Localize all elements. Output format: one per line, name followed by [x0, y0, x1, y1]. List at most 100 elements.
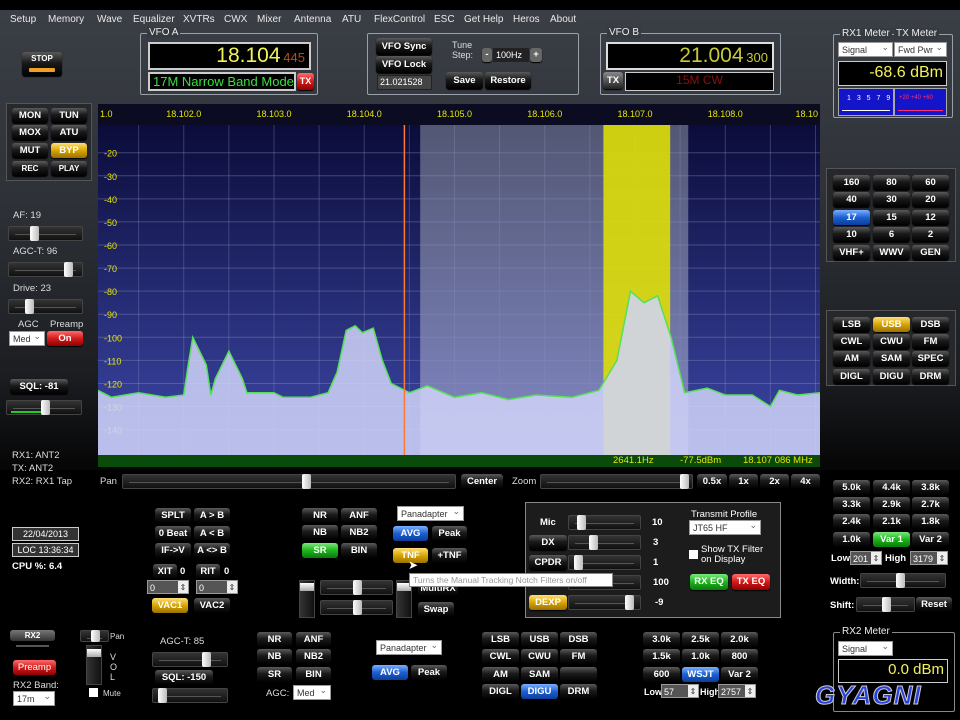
rx2-avg-button[interactable]: AVG [372, 665, 408, 680]
nb2-button[interactable]: NB2 [341, 525, 377, 540]
mode-drm-button[interactable]: DRM [912, 369, 949, 384]
center-button[interactable]: Center [461, 474, 503, 489]
sr-button[interactable]: SR [302, 543, 338, 558]
filter-5-0k-button[interactable]: 5.0k [833, 480, 870, 495]
byp-button[interactable]: BYP [51, 143, 87, 158]
rx2-band-select[interactable]: 17m [13, 689, 55, 706]
rx2-nr-button[interactable]: NR [257, 632, 292, 647]
cpdr-slider[interactable] [568, 555, 641, 570]
tx-eq-button[interactable]: TX EQ [732, 574, 770, 590]
vfo-a-tx-button[interactable]: TX [297, 73, 314, 90]
vfo-sync-button[interactable]: VFO Sync [376, 38, 432, 55]
mute-checkbox[interactable] [89, 688, 98, 697]
mon-button[interactable]: MON [12, 108, 48, 123]
filter-1-0k-button[interactable]: 1.0k [833, 532, 870, 547]
dexp-slider-thumb[interactable] [625, 595, 634, 610]
display-mode-select[interactable]: Panadapter [397, 504, 464, 521]
if-to-v-button[interactable]: IF->V [155, 543, 191, 558]
band-10-button[interactable]: 10 [833, 227, 870, 242]
play-button[interactable]: PLAY [51, 161, 87, 176]
tune-step-increase[interactable]: + [530, 48, 542, 62]
band-80-button[interactable]: 80 [873, 175, 910, 190]
mic-slider-thumb[interactable] [577, 515, 586, 530]
band-40-button[interactable]: 40 [833, 192, 870, 207]
rit-input[interactable]: 0 [196, 580, 238, 594]
tx-meter-select[interactable]: Fwd Pwr [894, 40, 947, 57]
filter-2-7k-button[interactable]: 2.7k [912, 497, 949, 512]
rx2-mode-am-button[interactable]: AM [482, 667, 519, 682]
rx2-filter-2-5k-button[interactable]: 2.5k [682, 632, 719, 647]
drive-slider[interactable] [8, 299, 83, 314]
tune-step-value[interactable]: 100Hz [493, 48, 529, 62]
rx2-filter-var-2-button[interactable]: Var 2 [721, 667, 758, 682]
mode-usb-button[interactable]: USB [873, 317, 910, 332]
filter-width-slider[interactable] [860, 573, 946, 588]
swap-button[interactable]: Swap [418, 602, 454, 617]
cpdr-button[interactable]: CPDR [529, 555, 567, 570]
filter-width-thumb[interactable] [895, 573, 905, 588]
rx2-meter-select[interactable]: Signal [838, 639, 893, 656]
rx1-volume-thumb[interactable] [300, 583, 314, 591]
band-160-button[interactable]: 160 [833, 175, 870, 190]
menu-heros[interactable]: Heros [513, 14, 540, 25]
rx2-nb-button[interactable]: NB [257, 649, 292, 664]
rx2-mode-usb-button[interactable]: USB [521, 632, 558, 647]
zoom-2x-button[interactable]: 2x [760, 474, 789, 489]
peak-button[interactable]: Peak [432, 526, 467, 541]
rx2-filter-wsjt-button[interactable]: WSJT [682, 667, 719, 682]
zoom-1x-button[interactable]: 1x [729, 474, 758, 489]
rx2-mode-cwu-button[interactable]: CWU [521, 649, 558, 664]
vfo-a-display[interactable]: 18.104 445 [148, 42, 311, 70]
band-2-button[interactable]: 2 [912, 227, 949, 242]
rx2-mode-lsb-button[interactable]: LSB [482, 632, 519, 647]
xit-button[interactable]: XIT [153, 564, 177, 579]
filter-high-input[interactable]: 3179 [910, 551, 948, 565]
filter-shift-thumb[interactable] [882, 597, 891, 612]
rx2-mode-empty-button[interactable] [560, 667, 597, 682]
mode-dsb-button[interactable]: DSB [912, 317, 949, 332]
zoom-0-5x-button[interactable]: 0.5x [697, 474, 727, 489]
vfo-b-tx-button[interactable]: TX [603, 72, 623, 89]
filter-2-4k-button[interactable]: 2.4k [833, 514, 870, 529]
dx-slider[interactable] [568, 535, 641, 550]
filter-4-4k-button[interactable]: 4.4k [873, 480, 910, 495]
band-wwv-button[interactable]: WWV [873, 245, 910, 260]
rx2-pan-mini-thumb[interactable] [91, 630, 100, 642]
rx2-mode-drm-button[interactable]: DRM [560, 684, 597, 699]
rx2-high-input[interactable]: 2757 [718, 684, 756, 698]
menu-esc[interactable]: ESC [434, 14, 455, 25]
rx2-enable-button[interactable]: RX2 [10, 630, 55, 641]
bin-button[interactable]: BIN [341, 543, 377, 558]
band-15-button[interactable]: 15 [873, 210, 910, 225]
rx2-mode-cwl-button[interactable]: CWL [482, 649, 519, 664]
rx2-sql-button[interactable]: SQL: -150 [155, 670, 213, 685]
filter-low-input[interactable]: 201 [850, 551, 882, 565]
pan-slider-thumb[interactable] [301, 474, 311, 489]
menu-wave[interactable]: Wave [97, 14, 122, 25]
filter-1-8k-button[interactable]: 1.8k [912, 514, 949, 529]
xit-input[interactable]: 0 [147, 580, 189, 594]
dx-slider-thumb[interactable] [589, 535, 598, 550]
rx2-bin-button[interactable]: BIN [296, 667, 331, 682]
band-20-button[interactable]: 20 [912, 192, 949, 207]
dx-button[interactable]: DX [529, 535, 567, 550]
menu-flexcontrol[interactable]: FlexControl [374, 14, 425, 25]
split-button[interactable]: SPLT [155, 508, 191, 523]
mode-cwu-button[interactable]: CWU [873, 334, 910, 349]
a-to-b-button[interactable]: A > B [194, 508, 230, 523]
mut-button[interactable]: MUT [12, 143, 48, 158]
mode-spec-button[interactable]: SPEC [912, 351, 949, 366]
rec-button[interactable]: REC [12, 161, 48, 176]
rx2-anf-button[interactable]: ANF [296, 632, 331, 647]
rx2-volume-slider[interactable] [86, 645, 102, 685]
rx2-mode-digl-button[interactable]: DIGL [482, 684, 519, 699]
rx2-sql-slider[interactable] [152, 688, 228, 703]
rx2-filter-2-0k-button[interactable]: 2.0k [721, 632, 758, 647]
save-button[interactable]: Save [446, 72, 483, 89]
menu-get-help[interactable]: Get Help [464, 14, 503, 25]
rx2-mode-sam-button[interactable]: SAM [521, 667, 558, 682]
sql-slider-thumb[interactable] [40, 400, 50, 415]
rx2-nb2-button[interactable]: NB2 [296, 649, 331, 664]
band-6-button[interactable]: 6 [873, 227, 910, 242]
rx2-sr-button[interactable]: SR [257, 667, 292, 682]
